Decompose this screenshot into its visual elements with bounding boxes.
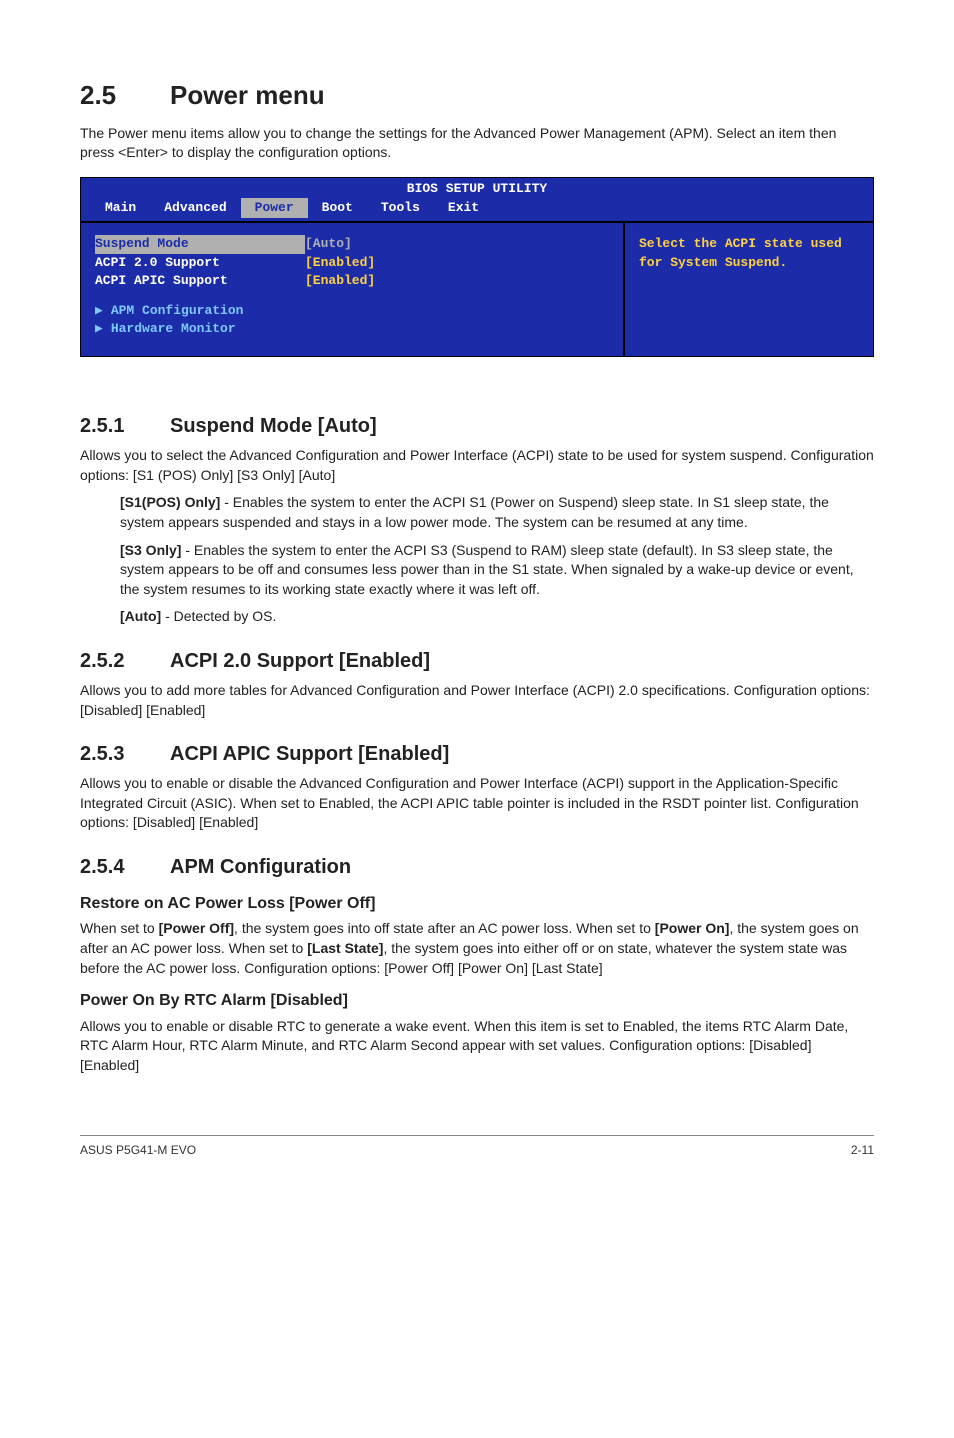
bios-row-suspend: Suspend Mode [Auto] bbox=[95, 235, 609, 253]
bios-value: [Enabled] bbox=[305, 254, 375, 272]
bios-screenshot: BIOS SETUP UTILITY Main Advanced Power B… bbox=[80, 177, 874, 357]
bios-label: Suspend Mode bbox=[95, 235, 305, 253]
subsection-number: 2.5.2 bbox=[80, 647, 170, 675]
subsection-title: APM Configuration bbox=[170, 856, 351, 878]
option-block: [S1(POS) Only] - Enables the system to e… bbox=[120, 493, 874, 627]
bios-tab-advanced: Advanced bbox=[150, 198, 240, 218]
section-intro: The Power menu items allow you to change… bbox=[80, 124, 874, 163]
bios-tab-main: Main bbox=[91, 198, 150, 218]
section-title-text: Power menu bbox=[170, 80, 325, 110]
subsection-number: 2.5.1 bbox=[80, 412, 170, 440]
bios-subitem-apm: ▶ APM Configuration bbox=[95, 302, 609, 320]
option-s1pos: [S1(POS) Only] - Enables the system to e… bbox=[120, 493, 874, 532]
text-fragment: , the system goes into off state after a… bbox=[234, 920, 655, 936]
option-label: [S1(POS) Only] bbox=[120, 494, 220, 510]
triangle-right-icon: ▶ bbox=[95, 302, 103, 320]
subsection-number: 2.5.4 bbox=[80, 853, 170, 881]
bios-body: Suspend Mode [Auto] ACPI 2.0 Support [En… bbox=[81, 221, 873, 356]
bios-subitem-label: APM Configuration bbox=[111, 302, 244, 320]
section-heading: 2.5Power menu bbox=[80, 77, 874, 113]
bios-value: [Auto] bbox=[305, 235, 352, 253]
subsubsection-heading: Power On By RTC Alarm [Disabled] bbox=[80, 990, 874, 1012]
bios-row-acpiapic: ACPI APIC Support [Enabled] bbox=[95, 272, 609, 290]
bios-left-pane: Suspend Mode [Auto] ACPI 2.0 Support [En… bbox=[81, 223, 623, 356]
option-label: [Auto] bbox=[120, 608, 161, 624]
bios-label: ACPI APIC Support bbox=[95, 272, 305, 290]
bios-tab-power: Power bbox=[241, 198, 308, 218]
footer-left: ASUS P5G41-M EVO bbox=[80, 1142, 196, 1159]
subsection-heading: 2.5.3ACPI APIC Support [Enabled] bbox=[80, 740, 874, 768]
bios-title: BIOS SETUP UTILITY bbox=[81, 178, 873, 198]
subsection-heading: 2.5.4APM Configuration bbox=[80, 853, 874, 881]
subsubsection-body: When set to [Power Off], the system goes… bbox=[80, 919, 874, 978]
bios-tab-boot: Boot bbox=[308, 198, 367, 218]
bios-subitem-label: Hardware Monitor bbox=[111, 320, 236, 338]
bios-tabs: Main Advanced Power Boot Tools Exit bbox=[81, 198, 873, 221]
text-fragment: When set to bbox=[80, 920, 159, 936]
bios-label: ACPI 2.0 Support bbox=[95, 254, 305, 272]
option-s3only: [S3 Only] - Enables the system to enter … bbox=[120, 541, 874, 600]
subsection-number: 2.5.3 bbox=[80, 740, 170, 768]
bios-row-acpi20: ACPI 2.0 Support [Enabled] bbox=[95, 254, 609, 272]
bios-tab-tools: Tools bbox=[367, 198, 434, 218]
bios-help-pane: Select the ACPI state used for System Su… bbox=[623, 223, 873, 356]
subsection-title: ACPI 2.0 Support [Enabled] bbox=[170, 650, 430, 672]
option-text: - Enables the system to enter the ACPI S… bbox=[120, 542, 854, 597]
subsection-body: Allows you to enable or disable the Adva… bbox=[80, 774, 874, 833]
subsection-body: Allows you to add more tables for Advanc… bbox=[80, 681, 874, 720]
subsubsection-body: Allows you to enable or disable RTC to g… bbox=[80, 1017, 874, 1076]
subsection-body: Allows you to select the Advanced Config… bbox=[80, 446, 874, 485]
subsection-title: ACPI APIC Support [Enabled] bbox=[170, 743, 449, 765]
subsection-title: Suspend Mode [Auto] bbox=[170, 415, 377, 437]
bios-value: [Enabled] bbox=[305, 272, 375, 290]
triangle-right-icon: ▶ bbox=[95, 320, 103, 338]
option-text: - Enables the system to enter the ACPI S… bbox=[120, 494, 829, 530]
bios-subitem-hwmonitor: ▶ Hardware Monitor bbox=[95, 320, 609, 338]
bios-bottom-curve bbox=[80, 374, 874, 392]
page-footer: ASUS P5G41-M EVO 2-11 bbox=[80, 1135, 874, 1159]
footer-right: 2-11 bbox=[851, 1142, 874, 1159]
subsection-heading: 2.5.1Suspend Mode [Auto] bbox=[80, 412, 874, 440]
section-number: 2.5 bbox=[80, 77, 170, 113]
subsection-heading: 2.5.2ACPI 2.0 Support [Enabled] bbox=[80, 647, 874, 675]
bold-option: [Last State] bbox=[307, 940, 383, 956]
bios-tab-exit: Exit bbox=[434, 198, 493, 218]
bold-option: [Power Off] bbox=[159, 920, 234, 936]
subsubsection-heading: Restore on AC Power Loss [Power Off] bbox=[80, 893, 874, 915]
option-label: [S3 Only] bbox=[120, 542, 181, 558]
option-auto: [Auto] - Detected by OS. bbox=[120, 607, 874, 627]
bold-option: [Power On] bbox=[655, 920, 730, 936]
option-text: - Detected by OS. bbox=[161, 608, 276, 624]
